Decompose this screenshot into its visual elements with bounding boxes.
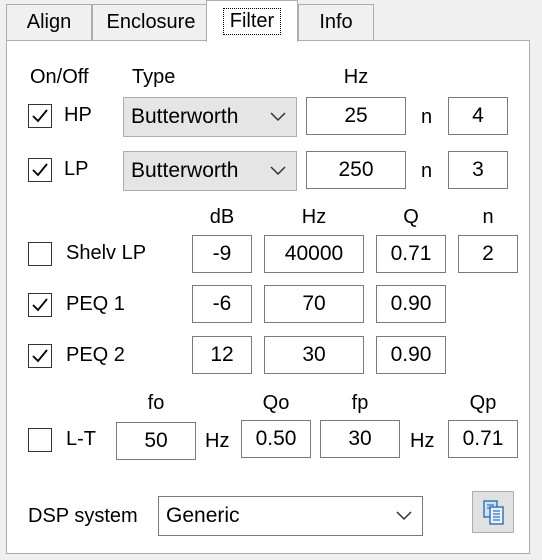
peq2-label: PEQ 2 xyxy=(66,344,125,366)
hp-n-input[interactable]: 4 xyxy=(448,97,508,135)
header-hz: Hz xyxy=(343,66,369,88)
dsp-system-label: DSP system xyxy=(28,505,138,527)
lp-n-label: n xyxy=(421,160,433,182)
header-db: dB xyxy=(209,206,235,228)
chevron-down-icon xyxy=(270,112,286,122)
shelv-lp-checkbox[interactable] xyxy=(28,242,52,266)
hp-type-value: Butterworth xyxy=(131,105,239,128)
peq2-checkbox[interactable] xyxy=(28,344,52,368)
peq1-label: PEQ 1 xyxy=(66,293,125,315)
check-icon xyxy=(32,109,48,123)
peq1-hz-input[interactable]: 70 xyxy=(264,285,364,323)
check-icon xyxy=(32,298,48,312)
header-n: n xyxy=(482,206,494,228)
peq1-checkbox[interactable] xyxy=(28,293,52,317)
shelv-lp-hz-input[interactable]: 40000 xyxy=(264,235,364,273)
chevron-down-icon xyxy=(396,511,412,521)
lp-hz-input[interactable]: 250 xyxy=(306,151,406,189)
hp-type-select[interactable]: Butterworth xyxy=(123,97,297,137)
lp-type-value: Butterworth xyxy=(131,159,239,182)
lt-fp-unit: Hz xyxy=(410,430,435,452)
lt-fo-unit: Hz xyxy=(205,430,230,452)
hp-n-label: n xyxy=(421,106,433,128)
lt-checkbox[interactable] xyxy=(28,428,52,452)
dsp-system-select[interactable]: Generic xyxy=(158,496,423,536)
shelv-lp-n-input[interactable]: 2 xyxy=(458,235,518,273)
lp-n-input[interactable]: 3 xyxy=(448,151,508,189)
hp-checkbox[interactable] xyxy=(28,104,52,128)
header-q: Q xyxy=(403,206,419,228)
copy-icon xyxy=(483,500,504,525)
peq1-q-input[interactable]: 0.90 xyxy=(376,285,446,323)
header-type: Type xyxy=(132,66,176,88)
lt-fp-input[interactable]: 30 xyxy=(320,420,400,458)
header-qo: Qo xyxy=(262,392,290,414)
peq2-hz-input[interactable]: 30 xyxy=(264,336,364,374)
lt-label: L-T xyxy=(66,428,96,450)
peq2-db-input[interactable]: 12 xyxy=(192,336,252,374)
header-onoff: On/Off xyxy=(30,66,89,88)
header-fo: fo xyxy=(147,392,165,414)
lp-type-select[interactable]: Butterworth xyxy=(123,151,297,191)
peq2-q-input[interactable]: 0.90 xyxy=(376,336,446,374)
lt-qo-input[interactable]: 0.50 xyxy=(241,420,311,458)
lt-qp-input[interactable]: 0.71 xyxy=(448,420,518,458)
lt-fo-input[interactable]: 50 xyxy=(116,422,196,460)
shelv-lp-db-input[interactable]: -9 xyxy=(192,235,252,273)
lp-checkbox[interactable] xyxy=(28,158,52,182)
dsp-system-value: Generic xyxy=(166,504,240,527)
copy-button[interactable] xyxy=(472,491,514,533)
filter-content: On/Off Type Hz HP Butterworth 25 n 4 LP … xyxy=(0,0,542,560)
shelv-lp-q-input[interactable]: 0.71 xyxy=(376,235,446,273)
chevron-down-icon xyxy=(270,166,286,176)
header-eq-hz: Hz xyxy=(301,206,327,228)
check-icon xyxy=(32,349,48,363)
peq1-db-input[interactable]: -6 xyxy=(192,285,252,323)
check-icon xyxy=(32,163,48,177)
hp-label: HP xyxy=(64,104,92,126)
hp-hz-input[interactable]: 25 xyxy=(306,97,406,135)
lp-label: LP xyxy=(64,158,89,180)
header-qp: Qp xyxy=(469,392,497,414)
header-fp: fp xyxy=(351,392,369,414)
shelv-lp-label: Shelv LP xyxy=(66,242,147,264)
